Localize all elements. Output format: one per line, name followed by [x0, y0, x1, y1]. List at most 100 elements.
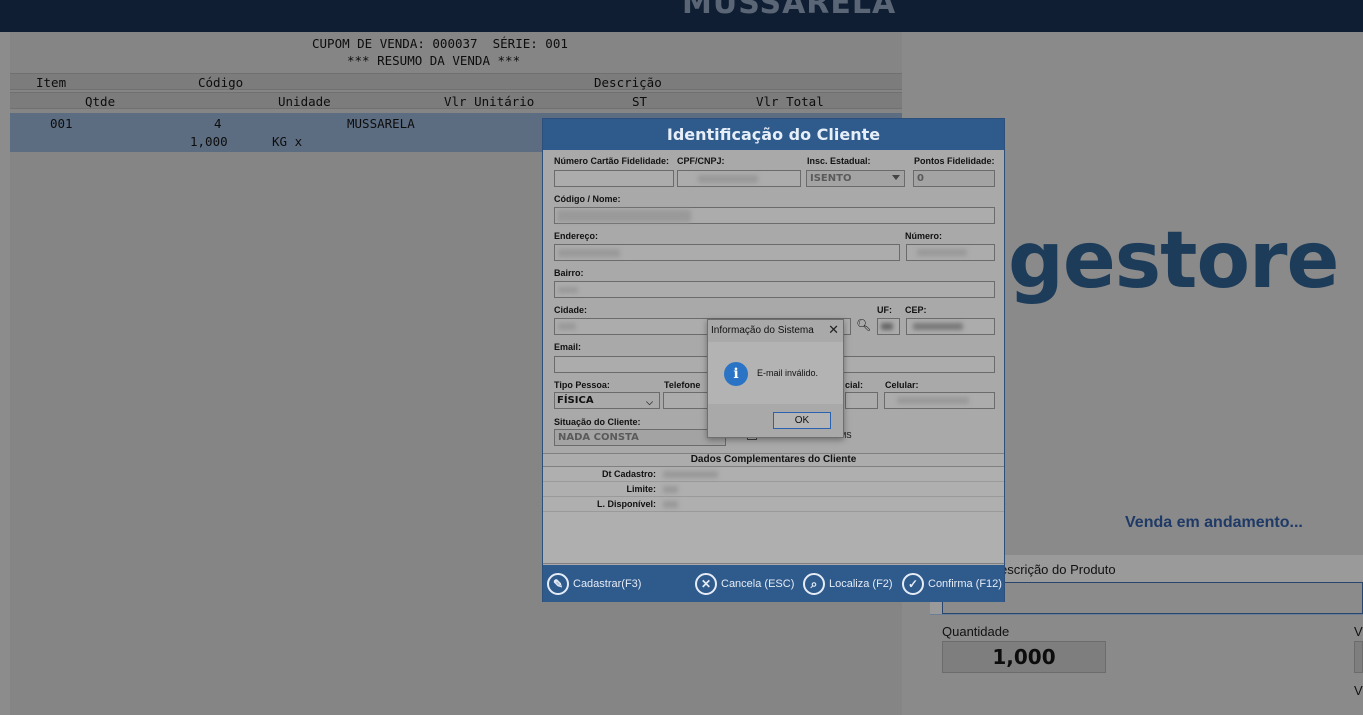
loyalty-card-input[interactable]	[554, 170, 674, 187]
cep-masked-value	[913, 323, 963, 330]
col-item: Item	[36, 75, 67, 90]
cpf-input[interactable]	[677, 170, 801, 187]
col-qtde: Qtde	[85, 94, 116, 109]
code-name-masked-value	[557, 210, 691, 222]
confirm-button-label: Confirma (F12)	[928, 578, 1002, 590]
register-button[interactable]: ✎ Cadastrar(F3)	[547, 571, 641, 597]
resumo-line: *** RESUMO DA VENDA ***	[347, 53, 521, 68]
credit-limit-label: Limite:	[626, 484, 656, 494]
available-limit-masked-value	[663, 501, 678, 508]
item-unidade: KG x	[272, 134, 303, 149]
dialog-title: Identificação do Cliente	[543, 119, 1004, 150]
message-text: E-mail inválido.	[757, 368, 819, 378]
item-descricao: MUSSARELA	[347, 116, 415, 131]
col-unidade: Unidade	[278, 94, 331, 109]
person-type-label: Tipo Pessoa:	[554, 380, 610, 390]
value-field[interactable]	[1354, 641, 1363, 673]
cellphone-input[interactable]	[884, 392, 995, 409]
number-input[interactable]	[906, 244, 995, 261]
dialog-footer: ✎ Cadastrar(F3) ✕ Cancela (ESC) ⌕ Locali…	[543, 565, 1004, 602]
top-bar: MUSSARELA	[0, 0, 1363, 32]
cupom-line: CUPOM DE VENDA: 000037 SÉRIE: 001	[312, 36, 568, 51]
address-label: Endereço:	[554, 231, 599, 241]
close-icon[interactable]: ✕	[828, 322, 839, 338]
address-masked-value	[558, 249, 620, 257]
district-label: Bairro:	[554, 268, 584, 278]
receipt-header-row-2: Qtde Unidade Vlr Unitário ST Vlr Total	[10, 92, 902, 109]
commercial-phone-label: cial:	[845, 380, 864, 390]
col-descricao: Descrição	[594, 75, 662, 90]
code-name-input[interactable]	[554, 207, 995, 224]
search-icon[interactable]: 🔍︎	[856, 318, 871, 332]
commercial-phone-input[interactable]	[845, 392, 878, 409]
person-type-value: FÍSICA	[557, 395, 594, 406]
code-name-label: Código / Nome:	[554, 194, 621, 204]
col-st: ST	[632, 94, 648, 109]
registration-date-masked-value	[663, 471, 718, 478]
credit-limit-masked-value	[663, 486, 678, 493]
loyalty-points-label: Pontos Fidelidade:	[914, 156, 995, 166]
table-row: L. Disponível:	[543, 497, 1004, 512]
state-registration-value: ISENTO	[810, 173, 852, 184]
loyalty-card-label: Número Cartão Fidelidade:	[554, 156, 670, 166]
value-label-1: V	[1354, 624, 1363, 639]
value-label-2: V	[1354, 683, 1363, 698]
city-masked-value	[558, 323, 576, 330]
phone-label: Telefone	[664, 380, 701, 390]
cpf-masked-value	[698, 175, 758, 183]
cellphone-label: Celular:	[885, 380, 919, 390]
table-row: Limite:	[543, 482, 1004, 497]
client-status-field: NADA CONSTA	[554, 429, 726, 446]
dropdown-arrow-icon	[892, 175, 900, 180]
locate-button-label: Localiza (F2)	[829, 578, 893, 590]
confirm-button[interactable]: ✓ Confirma (F12)	[902, 571, 1002, 597]
number-label: Número:	[905, 231, 943, 241]
cancel-button[interactable]: ✕ Cancela (ESC)	[695, 571, 794, 597]
chevron-down-icon: ⌵	[646, 398, 653, 408]
product-name-banner: MUSSARELA	[682, 0, 897, 21]
available-limit-label: L. Disponível:	[596, 499, 656, 509]
info-icon: i	[724, 362, 748, 386]
client-status-label: Situação do Cliente:	[554, 417, 641, 427]
cellphone-masked-value	[897, 397, 969, 404]
receipt-header-row-1: Item Código Descrição	[10, 73, 902, 90]
product-description-label: escrição do Produto	[1000, 562, 1116, 577]
cancel-icon: ✕	[695, 573, 717, 595]
email-label: Email:	[554, 342, 582, 352]
state-registration-label: Insc. Estadual:	[807, 156, 871, 166]
address-input[interactable]	[554, 244, 900, 261]
district-input[interactable]	[554, 281, 995, 298]
register-icon: ✎	[547, 573, 569, 595]
col-vlr-unitario: Vlr Unitário	[444, 94, 535, 109]
cpf-label: CPF/CNPJ:	[677, 156, 725, 166]
table-row: Dt Cadastro:	[543, 467, 1004, 482]
uf-input[interactable]	[877, 318, 900, 335]
complementary-data-table: Dt Cadastro: Limite: L. Disponível:	[543, 467, 1004, 564]
complementary-data-header: Dados Complementares do Cliente	[543, 453, 1004, 467]
cancel-button-label: Cancela (ESC)	[721, 578, 795, 590]
system-message-box: Informação do Sistema ✕ i E-mail inválid…	[707, 319, 844, 438]
phone-input[interactable]	[663, 392, 713, 409]
uf-label: UF:	[877, 305, 892, 315]
cep-input[interactable]	[906, 318, 995, 335]
col-codigo: Código	[198, 75, 244, 90]
search-icon: ⌕	[803, 573, 825, 595]
locate-button[interactable]: ⌕ Localiza (F2)	[803, 571, 893, 597]
register-button-label: Cadastrar(F3)	[573, 578, 642, 590]
message-box-title: Informação do Sistema	[708, 320, 843, 342]
col-vlr-total: Vlr Total	[756, 94, 824, 109]
product-description-input[interactable]	[942, 582, 1363, 614]
item-number: 001	[50, 116, 73, 131]
person-type-select[interactable]: FÍSICA ⌵	[554, 392, 660, 409]
quantity-field[interactable]: 1,000	[942, 641, 1106, 673]
number-masked-value	[917, 249, 967, 256]
state-registration-select[interactable]: ISENTO	[806, 170, 905, 187]
quantity-label: Quantidade	[942, 624, 1010, 639]
registration-date-label: Dt Cadastro:	[601, 469, 656, 479]
uf-masked-value	[881, 323, 893, 330]
ok-button[interactable]: OK	[773, 412, 831, 429]
district-masked-value	[558, 287, 578, 293]
brand-logo: gestore	[1008, 216, 1339, 306]
city-label: Cidade:	[554, 305, 588, 315]
item-codigo: 4	[214, 116, 222, 131]
